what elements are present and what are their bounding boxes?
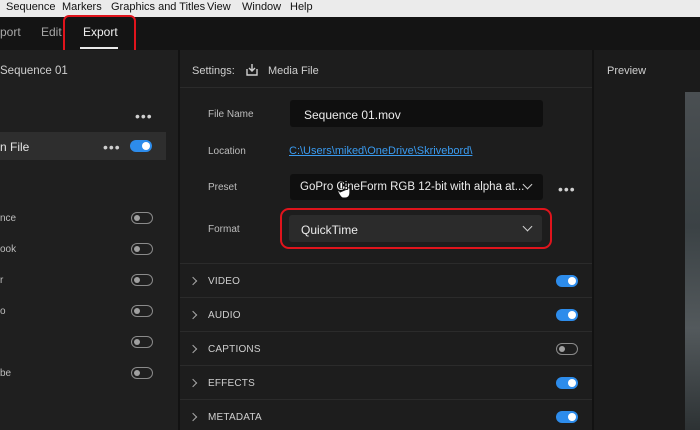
chevron-right-icon xyxy=(188,310,198,320)
settings-header-label: Settings: xyxy=(192,65,235,77)
destination-label: be xyxy=(0,368,12,379)
preset-dropdown[interactable]: GoPro CineForm RGB 12-bit with alpha at.… xyxy=(290,174,543,200)
active-tab-indicator xyxy=(80,47,118,49)
menu-bar: Sequence Markers Graphics and Titles Vie… xyxy=(0,0,700,17)
section-effects[interactable]: EFFECTS xyxy=(180,365,592,399)
location-label: Location xyxy=(208,146,246,157)
tab-edit[interactable]: Edit xyxy=(41,25,62,39)
section-captions[interactable]: CAPTIONS xyxy=(180,331,592,365)
preset-value: GoPro CineForm RGB 12-bit with alpha at.… xyxy=(300,181,525,193)
header-divider xyxy=(180,87,592,88)
section-label: CAPTIONS xyxy=(208,344,261,355)
mouse-cursor-icon xyxy=(337,181,351,199)
media-file-label: n File xyxy=(0,140,30,154)
destination-toggle[interactable] xyxy=(131,212,153,224)
preview-image xyxy=(685,92,700,430)
destination-label: nce xyxy=(0,213,17,224)
more-options-icon[interactable]: ••• xyxy=(135,109,153,123)
section-label: EFFECTS xyxy=(208,378,255,389)
section-audio[interactable]: AUDIO xyxy=(180,297,592,331)
preset-label: Preset xyxy=(208,182,237,193)
location-link[interactable]: C:\Users\miked\OneDrive\Skrivebord\ xyxy=(289,145,472,157)
destination-toggle[interactable] xyxy=(131,336,153,348)
file-name-value: Sequence 01.mov xyxy=(304,108,401,122)
menu-window[interactable]: Window xyxy=(242,1,281,13)
destination-label: ook xyxy=(0,244,17,255)
settings-header-value: Media File xyxy=(268,65,319,77)
menu-view[interactable]: View xyxy=(207,1,231,13)
destination-toggle[interactable] xyxy=(131,274,153,286)
menu-help[interactable]: Help xyxy=(290,1,313,13)
workspace-tabs: port Edit Export xyxy=(0,17,700,50)
audio-toggle[interactable] xyxy=(556,309,578,321)
chevron-right-icon xyxy=(188,412,198,422)
destination-toggle[interactable] xyxy=(131,367,153,379)
chevron-down-icon xyxy=(522,221,533,232)
destination-label: r xyxy=(0,275,4,286)
section-label: AUDIO xyxy=(208,310,241,321)
preset-more-icon[interactable]: ••• xyxy=(558,182,576,196)
format-dropdown[interactable]: QuickTime xyxy=(289,215,542,242)
file-name-label: File Name xyxy=(208,109,254,120)
menu-graphics-and-titles[interactable]: Graphics and Titles xyxy=(111,1,205,13)
video-toggle[interactable] xyxy=(556,275,578,287)
section-label: VIDEO xyxy=(208,276,241,287)
export-file-icon xyxy=(246,64,258,76)
sequence-title: Sequence 01 xyxy=(0,65,68,77)
metadata-toggle[interactable] xyxy=(556,411,578,423)
destination-label: o xyxy=(0,306,6,317)
captions-toggle[interactable] xyxy=(556,343,578,355)
destination-toggle[interactable] xyxy=(131,305,153,317)
media-file-more-icon[interactable]: ••• xyxy=(103,140,121,154)
tab-export[interactable]: Export xyxy=(83,25,118,39)
section-label: METADATA xyxy=(208,412,262,423)
chevron-right-icon xyxy=(188,344,198,354)
section-video[interactable]: VIDEO xyxy=(180,263,592,297)
menu-sequence[interactable]: Sequence xyxy=(6,1,56,13)
chevron-right-icon xyxy=(188,378,198,388)
format-value: QuickTime xyxy=(301,223,358,237)
file-name-input[interactable]: Sequence 01.mov xyxy=(290,100,543,127)
section-metadata[interactable]: METADATA xyxy=(180,399,592,430)
effects-toggle[interactable] xyxy=(556,377,578,389)
tab-import[interactable]: port xyxy=(0,25,21,39)
format-label: Format xyxy=(208,224,240,235)
chevron-right-icon xyxy=(188,276,198,286)
media-file-toggle[interactable] xyxy=(130,140,152,152)
destination-toggle[interactable] xyxy=(131,243,153,255)
preview-title: Preview xyxy=(607,65,647,77)
menu-markers[interactable]: Markers xyxy=(62,1,102,13)
